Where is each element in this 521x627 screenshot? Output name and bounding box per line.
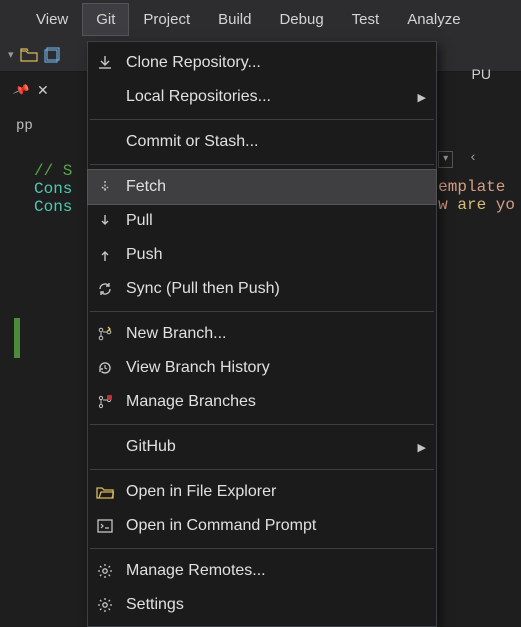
menu-item-push[interactable]: Push [88, 238, 436, 272]
change-gutter [14, 318, 20, 358]
menu-git[interactable]: Git [82, 3, 129, 36]
menu-item-label: View Branch History [126, 359, 426, 377]
menu-debug[interactable]: Debug [265, 3, 337, 36]
submenu-arrow-icon: ▶ [418, 91, 426, 104]
menu-item-new-branch[interactable]: New Branch... [88, 317, 436, 351]
menu-item-open-in-file-explorer[interactable]: Open in File Explorer [88, 475, 436, 509]
submenu-arrow-icon: ▶ [418, 441, 426, 454]
menu-item-label: Manage Branches [126, 393, 426, 411]
menu-test[interactable]: Test [338, 3, 394, 36]
menu-view[interactable]: View [22, 3, 82, 36]
menu-project[interactable]: Project [129, 3, 204, 36]
menu-item-label: Commit or Stash... [126, 133, 426, 151]
nav-dropdown-icon[interactable]: ▾ [8, 48, 14, 61]
menu-item-label: GitHub [126, 438, 408, 456]
menu-item-label: Manage Remotes... [126, 562, 426, 580]
branches-icon [94, 394, 116, 410]
menu-analyze[interactable]: Analyze [393, 3, 474, 36]
pull-icon [94, 213, 116, 229]
branch-new-icon [94, 326, 116, 342]
gear-icon [94, 563, 116, 579]
menu-separator [90, 469, 434, 470]
code-comment: // S [34, 162, 72, 180]
menu-separator [90, 424, 434, 425]
menu-item-label: Sync (Pull then Push) [126, 280, 426, 298]
menu-item-fetch[interactable]: Fetch [88, 170, 436, 204]
menu-item-label: New Branch... [126, 325, 426, 343]
menu-item-local-repositories[interactable]: Local Repositories... ▶ [88, 80, 436, 114]
code-right-fragment: ▾ ‹ emplate w are yo [438, 148, 515, 214]
menu-item-open-in-command-prompt[interactable]: Open in Command Prompt [88, 509, 436, 543]
cpu-label: PU [472, 66, 491, 82]
menu-separator [90, 548, 434, 549]
menu-build[interactable]: Build [204, 3, 265, 36]
menu-item-label: Open in File Explorer [126, 483, 426, 501]
terminal-icon [94, 519, 116, 533]
history-icon [94, 360, 116, 376]
menu-item-github[interactable]: GitHub ▶ [88, 430, 436, 464]
dropdown-toggle-icon[interactable]: ▾ [438, 151, 453, 168]
menu-separator [90, 119, 434, 120]
menu-item-sync-pull-then-push[interactable]: Sync (Pull then Push) [88, 272, 436, 306]
menu-item-pull[interactable]: Pull [88, 204, 436, 238]
folder-open-icon [94, 485, 116, 499]
menu-separator [90, 311, 434, 312]
open-folder-icon[interactable] [20, 48, 38, 62]
menu-item-manage-remotes[interactable]: Manage Remotes... [88, 554, 436, 588]
menu-item-label: Clone Repository... [126, 54, 426, 72]
code-type-2: Cons [34, 198, 72, 216]
code-type-1: Cons [34, 180, 72, 198]
menu-separator [90, 164, 434, 165]
pin-icon[interactable]: 📌 [12, 81, 31, 99]
menu-item-commit-or-stash[interactable]: Commit or Stash... [88, 125, 436, 159]
sync-icon [94, 281, 116, 297]
gear-icon [94, 597, 116, 613]
fetch-icon [94, 179, 116, 195]
menu-item-label: Pull [126, 212, 426, 230]
menu-item-view-branch-history[interactable]: View Branch History [88, 351, 436, 385]
push-icon [94, 247, 116, 263]
menu-item-label: Fetch [126, 178, 426, 196]
menu-item-manage-branches[interactable]: Manage Branches [88, 385, 436, 419]
menu-item-settings[interactable]: Settings [88, 588, 436, 622]
menu-item-label: Local Repositories... [126, 88, 408, 106]
tab-close-icon[interactable]: ✕ [37, 82, 49, 99]
menu-item-label: Settings [126, 596, 426, 614]
menubar: ViewGitProjectBuildDebugTestAnalyze [0, 0, 521, 38]
menu-item-clone-repository[interactable]: Clone Repository... [88, 46, 436, 80]
clone-icon [94, 55, 116, 71]
tab-active[interactable]: 📌 ✕ [6, 76, 57, 105]
menu-item-label: Open in Command Prompt [126, 517, 426, 535]
menu-item-label: Push [126, 246, 426, 264]
git-menu-dropdown: Clone Repository... Local Repositories...… [87, 41, 437, 627]
save-all-icon[interactable] [44, 47, 60, 63]
